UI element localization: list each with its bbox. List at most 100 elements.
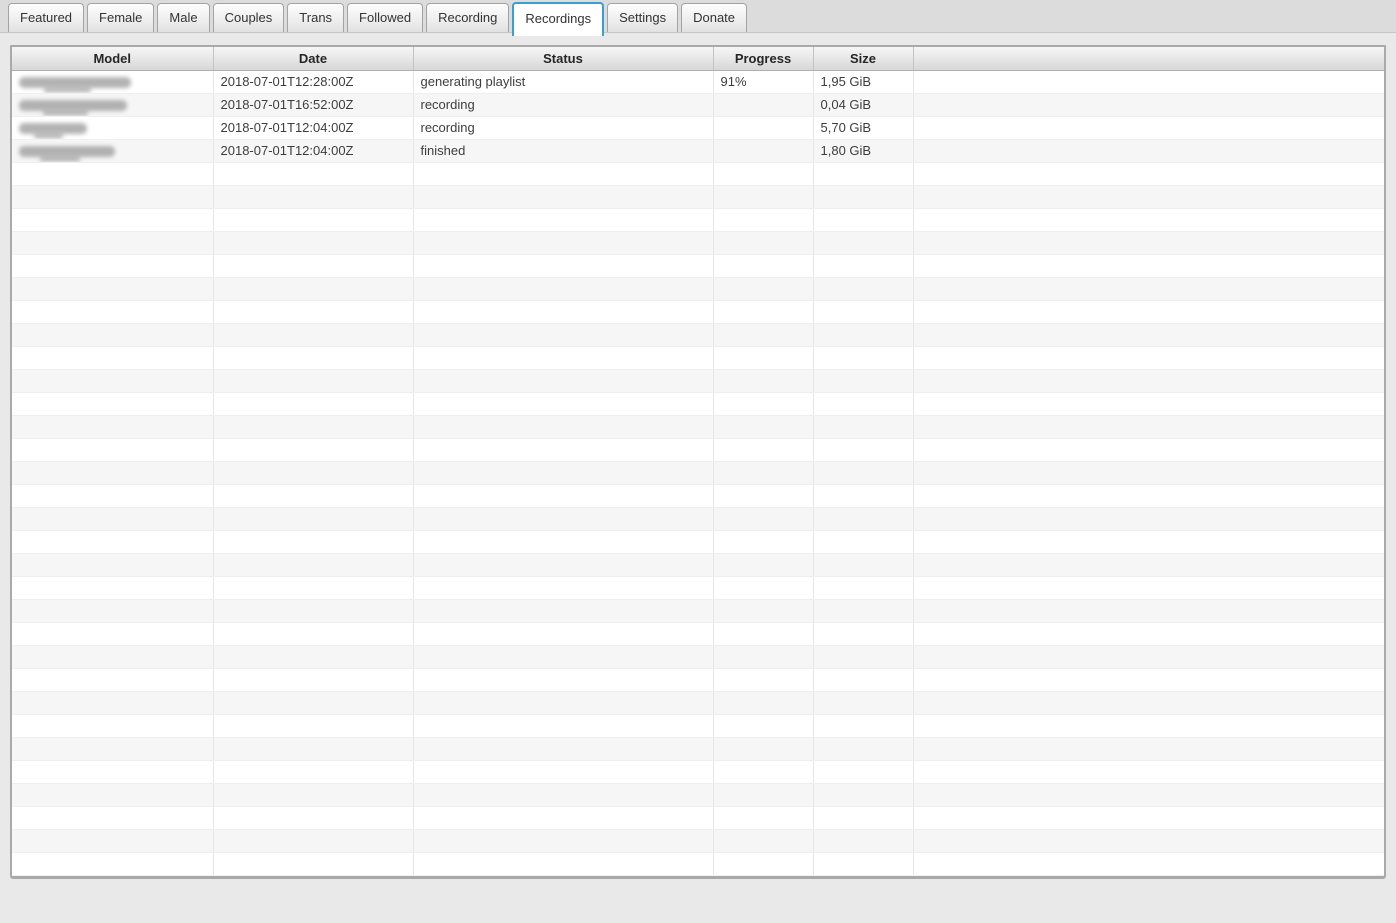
empty-cell: [413, 576, 714, 600]
cell-filler: [913, 116, 1384, 140]
empty-cell: [713, 346, 814, 370]
empty-cell: [913, 530, 1384, 554]
empty-cell: [913, 208, 1384, 232]
empty-cell: [213, 760, 414, 784]
tab-featured[interactable]: Featured: [8, 3, 85, 32]
empty-cell: [413, 760, 714, 784]
empty-cell: [813, 829, 914, 853]
cell-size[interactable]: 1,95 GiB: [813, 70, 914, 94]
column-header-date[interactable]: Date: [213, 47, 414, 71]
empty-cell: [413, 346, 714, 370]
empty-cell: [12, 714, 214, 738]
empty-cell: [213, 645, 414, 669]
cell-date[interactable]: 2018-07-01T12:28:00Z: [213, 70, 414, 94]
cell-status[interactable]: finished: [413, 139, 714, 163]
empty-cell: [913, 737, 1384, 761]
cell-filler: [913, 139, 1384, 163]
empty-cell: [213, 783, 414, 807]
empty-cell: [413, 530, 714, 554]
empty-table-row: [12, 231, 1384, 255]
empty-cell: [12, 438, 214, 462]
cell-date[interactable]: 2018-07-01T16:52:00Z: [213, 93, 414, 117]
cell-status[interactable]: recording: [413, 93, 714, 117]
tab-male[interactable]: Male: [157, 3, 210, 32]
empty-table-row: [12, 438, 1384, 462]
empty-table-row: [12, 668, 1384, 692]
column-header-model[interactable]: Model: [12, 47, 214, 71]
empty-cell: [413, 806, 714, 830]
redacted-model-name: [19, 76, 131, 92]
empty-cell: [413, 392, 714, 416]
column-header-status[interactable]: Status: [413, 47, 714, 71]
empty-cell: [413, 852, 714, 876]
empty-cell: [913, 691, 1384, 715]
empty-cell: [12, 392, 214, 416]
empty-table-row: [12, 714, 1384, 738]
tab-couples[interactable]: Couples: [212, 3, 285, 32]
empty-cell: [913, 829, 1384, 853]
column-header-size[interactable]: Size: [813, 47, 914, 71]
empty-cell: [12, 254, 214, 278]
empty-table-row: [12, 806, 1384, 830]
tab-followed[interactable]: Followed: [347, 3, 424, 32]
cell-date[interactable]: 2018-07-01T12:04:00Z: [213, 116, 414, 140]
cell-size[interactable]: 0,04 GiB: [813, 93, 914, 117]
empty-cell: [12, 415, 214, 439]
empty-cell: [413, 599, 714, 623]
empty-cell: [913, 277, 1384, 301]
cell-size[interactable]: 5,70 GiB: [813, 116, 914, 140]
empty-cell: [913, 668, 1384, 692]
empty-cell: [413, 714, 714, 738]
tab-settings[interactable]: Settings: [607, 3, 679, 32]
cell-progress[interactable]: [713, 93, 814, 117]
tab-female[interactable]: Female: [87, 3, 155, 32]
cell-model[interactable]: [12, 139, 214, 163]
tab-donate[interactable]: Donate: [681, 3, 748, 32]
cell-status[interactable]: generating playlist: [413, 70, 714, 94]
tab-recording[interactable]: Recording: [426, 3, 510, 32]
empty-cell: [913, 622, 1384, 646]
empty-cell: [12, 737, 214, 761]
empty-cell: [913, 231, 1384, 255]
empty-cell: [213, 714, 414, 738]
redacted-model-name: [19, 99, 127, 115]
table-row[interactable]: 2018-07-01T12:04:00Z finished 1,80 GiB: [12, 139, 1384, 163]
column-header-progress[interactable]: Progress: [713, 47, 814, 71]
empty-cell: [713, 208, 814, 232]
cell-progress[interactable]: [713, 116, 814, 140]
table-header-row: Model Date Status Progress Size: [12, 47, 1384, 71]
empty-cell: [813, 392, 914, 416]
empty-cell: [213, 208, 414, 232]
cell-model[interactable]: [12, 93, 214, 117]
cell-progress[interactable]: 91%: [713, 70, 814, 94]
empty-cell: [213, 277, 414, 301]
tab-recordings[interactable]: Recordings: [512, 2, 605, 36]
cell-filler: [913, 93, 1384, 117]
empty-cell: [213, 162, 414, 186]
cell-model[interactable]: [12, 116, 214, 140]
empty-cell: [913, 714, 1384, 738]
empty-cell: [213, 599, 414, 623]
empty-cell: [213, 507, 414, 531]
tab-trans[interactable]: Trans: [287, 3, 345, 32]
empty-cell: [213, 300, 414, 324]
cell-status[interactable]: recording: [413, 116, 714, 140]
cell-date[interactable]: 2018-07-01T12:04:00Z: [213, 139, 414, 163]
empty-table-row: [12, 254, 1384, 278]
empty-cell: [213, 668, 414, 692]
empty-cell: [813, 806, 914, 830]
empty-cell: [713, 415, 814, 439]
cell-progress[interactable]: [713, 139, 814, 163]
empty-cell: [813, 300, 914, 324]
cell-size[interactable]: 1,80 GiB: [813, 139, 914, 163]
empty-table-row: [12, 576, 1384, 600]
empty-cell: [713, 852, 814, 876]
empty-cell: [413, 622, 714, 646]
empty-table-row: [12, 691, 1384, 715]
empty-cell: [813, 369, 914, 393]
empty-cell: [813, 553, 914, 577]
table-row[interactable]: 2018-07-01T12:04:00Z recording 5,70 GiB: [12, 116, 1384, 140]
table-row[interactable]: 2018-07-01T16:52:00Z recording 0,04 GiB: [12, 93, 1384, 117]
table-row[interactable]: 2018-07-01T12:28:00Z generating playlist 9…: [12, 70, 1384, 94]
cell-model[interactable]: [12, 70, 214, 94]
